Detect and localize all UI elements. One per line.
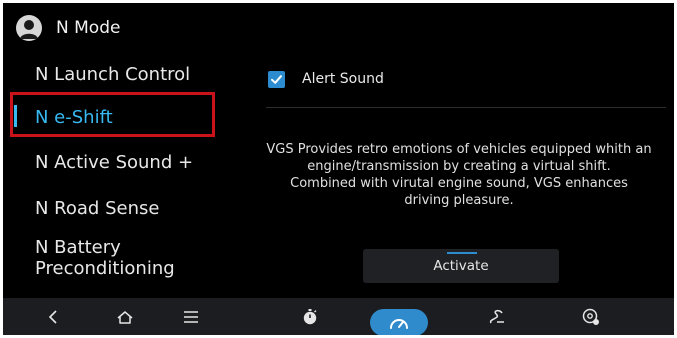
home-icon[interactable] (113, 298, 137, 335)
description-line: VGS Provides retro emotions of vehicles … (266, 142, 652, 157)
settings-icon[interactable] (579, 298, 603, 335)
sidebar-item-n-battery-preconditioning[interactable]: N Battery Preconditioning (3, 237, 230, 281)
back-chevron-icon[interactable] (41, 298, 65, 335)
highlight-box (10, 92, 215, 137)
activate-button-label: Activate (433, 258, 489, 274)
sidebar-item-label: N Road Sense (35, 198, 160, 219)
sidebar-item-label-line2: Preconditioning (35, 258, 175, 279)
sidebar-item-label: N Active Sound + (35, 152, 194, 173)
activate-button[interactable]: Activate (363, 249, 559, 283)
gauge-icon[interactable] (370, 309, 428, 335)
alert-sound-row[interactable]: Alert Sound (268, 67, 384, 91)
n-mode-screen: N Mode N Launch Control N e-Shift N Acti… (3, 3, 674, 335)
description-line: driving pleasure. (404, 193, 514, 208)
header: N Mode (3, 3, 674, 53)
alert-sound-label: Alert Sound (302, 71, 384, 87)
checkmark-icon (271, 74, 282, 84)
description-line: Combined with virutal engine sound, VGS … (290, 176, 628, 191)
alert-sound-checkbox[interactable] (268, 70, 285, 88)
bottom-bar (3, 298, 674, 335)
sidebar-item-label: N Battery (35, 237, 121, 258)
menu-icon[interactable] (179, 298, 203, 335)
sidebar: N Launch Control N e-Shift N Active Soun… (3, 53, 230, 298)
route-icon[interactable] (485, 298, 509, 335)
main-content: Alert Sound VGS Provides retro emotions … (230, 53, 674, 298)
description-line: engine/transmission by creating a virtua… (307, 159, 611, 174)
divider (266, 107, 666, 108)
page-title: N Mode (56, 18, 121, 38)
person-icon (16, 15, 42, 41)
sidebar-item-label: N Launch Control (35, 64, 191, 85)
button-indicator-line (447, 252, 477, 254)
description: VGS Provides retro emotions of vehicles … (244, 141, 674, 209)
stopwatch-icon[interactable] (298, 298, 322, 335)
